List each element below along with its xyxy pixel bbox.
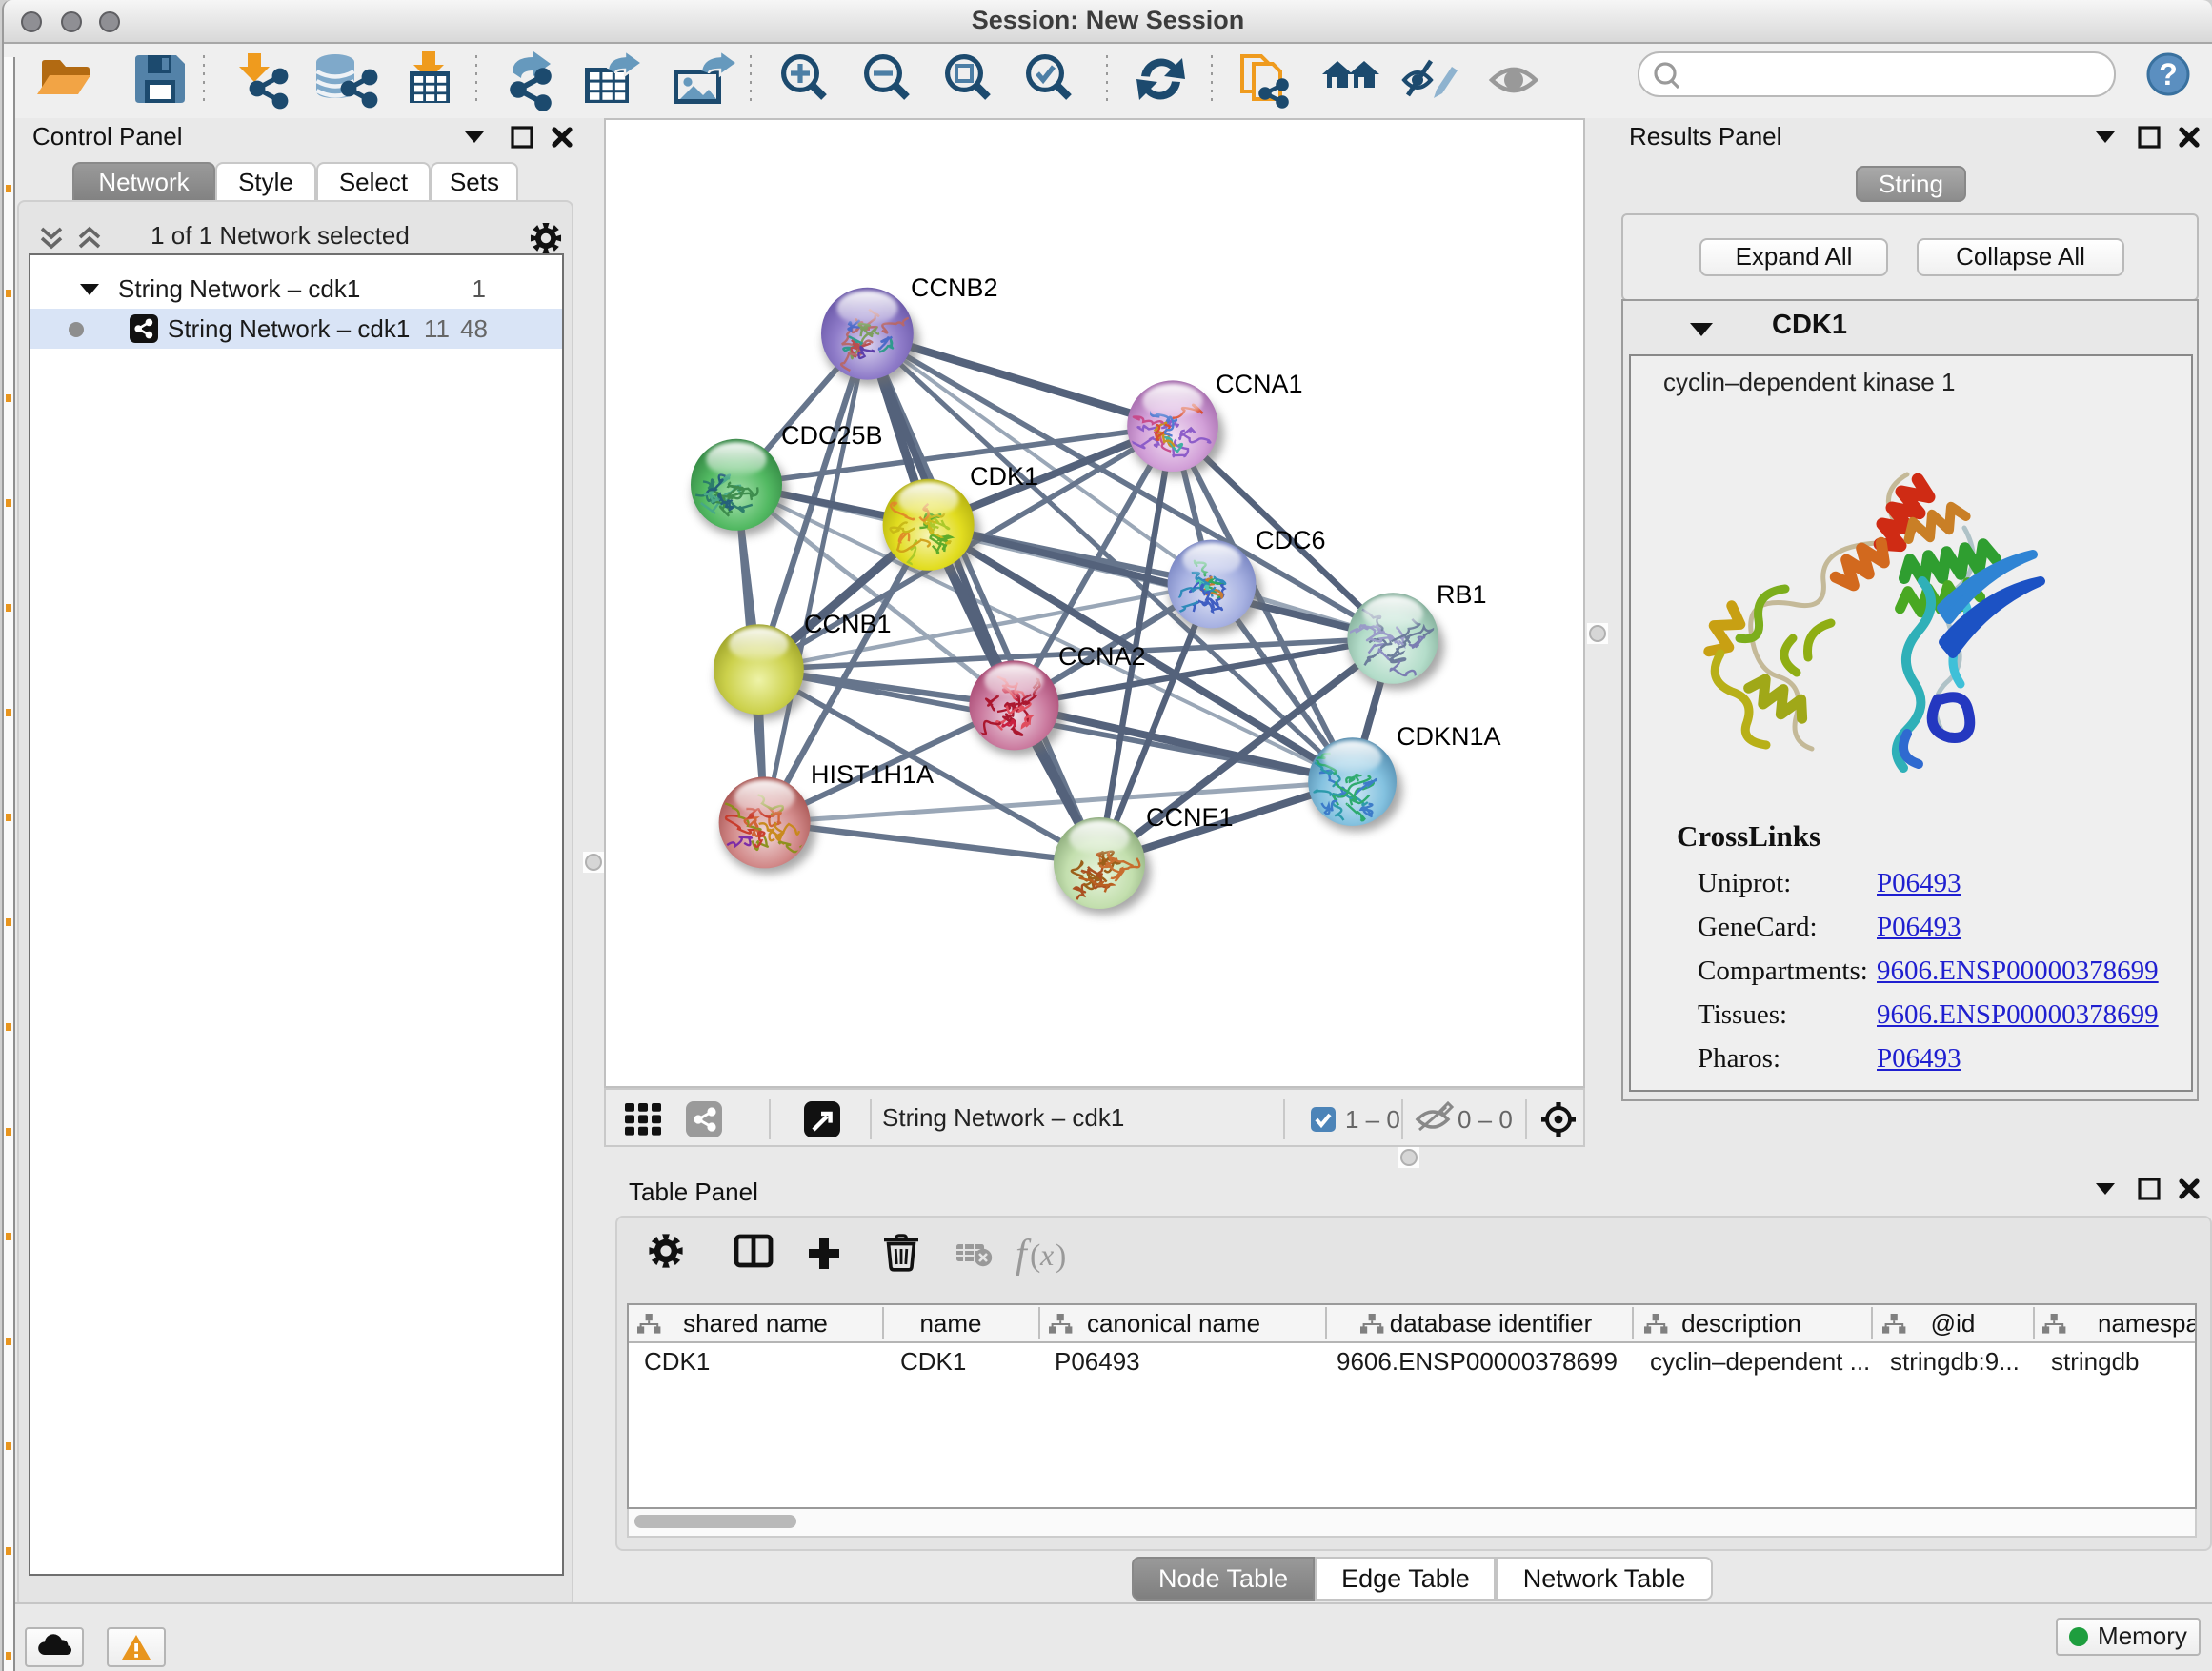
svg-text:namespac: namespac (2098, 1309, 2195, 1338)
svg-text:@id: @id (1931, 1309, 1976, 1338)
svg-text:CDC25B: CDC25B (781, 421, 883, 450)
svg-text:x: x (1039, 1238, 1054, 1272)
svg-text:(: ( (1030, 1238, 1040, 1274)
svg-text:CCNE1: CCNE1 (1146, 803, 1234, 832)
svg-text:name: name (919, 1309, 981, 1338)
svg-text:CDK1: CDK1 (970, 462, 1038, 491)
svg-text:canonical name: canonical name (1087, 1309, 1260, 1338)
svg-text:shared name: shared name (683, 1309, 828, 1338)
svg-text:CCNA2: CCNA2 (1058, 642, 1146, 671)
svg-text:CCNB2: CCNB2 (911, 273, 998, 302)
svg-text:CDC6: CDC6 (1256, 526, 1326, 554)
svg-text:description: description (1681, 1309, 1801, 1338)
svg-text:0 – 0: 0 – 0 (1458, 1105, 1513, 1134)
svg-text:1 – 0: 1 – 0 (1345, 1105, 1400, 1134)
svg-text:database identifier: database identifier (1390, 1309, 1593, 1338)
svg-text:CCNA1: CCNA1 (1216, 370, 1303, 398)
svg-text:): ) (1056, 1238, 1066, 1274)
svg-text:RB1: RB1 (1437, 580, 1487, 609)
svg-text:CDKN1A: CDKN1A (1397, 722, 1501, 751)
svg-text:?: ? (2159, 57, 2178, 91)
svg-text:HIST1H1A: HIST1H1A (811, 760, 934, 789)
svg-text:CCNB1: CCNB1 (804, 610, 892, 638)
